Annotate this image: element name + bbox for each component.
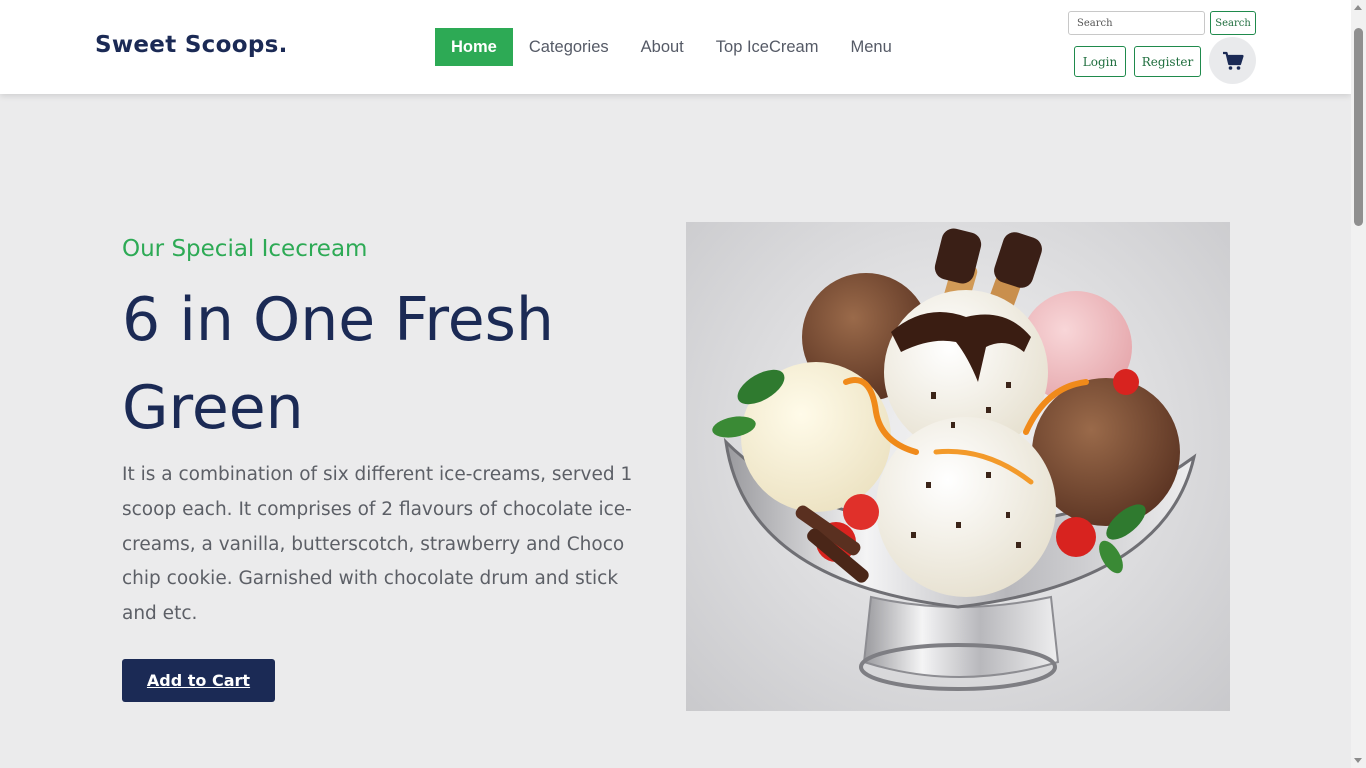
search-input[interactable] [1068,11,1205,35]
nav-item-categories[interactable]: Categories [513,28,625,66]
hero-eyebrow: Our Special Icecream [122,236,368,262]
main-nav: Home Categories About Top IceCream Menu [435,28,908,66]
login-button[interactable]: Login [1074,46,1126,77]
register-button[interactable]: Register [1134,46,1201,77]
search-button[interactable]: Search [1210,11,1256,35]
page-scrollbar[interactable] [1351,0,1366,768]
cart-button[interactable] [1209,37,1256,84]
nav-item-about[interactable]: About [625,28,700,66]
scroll-thumb[interactable] [1354,28,1363,226]
scroll-up-arrow-icon[interactable] [1354,5,1362,10]
nav-item-home[interactable]: Home [435,28,513,66]
hero-description: It is a combination of six different ice… [122,464,633,625]
site-logo[interactable]: Sweet Scoops. [95,32,288,58]
shopping-cart-icon [1222,51,1244,70]
nav-item-top-icecream[interactable]: Top IceCream [700,28,835,66]
nav-item-menu[interactable]: Menu [834,28,907,66]
site-header: Sweet Scoops. Home Categories About Top … [0,0,1351,94]
hero-title: 6 in One Fresh Green [122,285,554,443]
add-to-cart-button[interactable]: Add to Cart [122,659,275,702]
scroll-down-arrow-icon[interactable] [1354,758,1362,763]
hero-icecream-image [686,222,1230,711]
